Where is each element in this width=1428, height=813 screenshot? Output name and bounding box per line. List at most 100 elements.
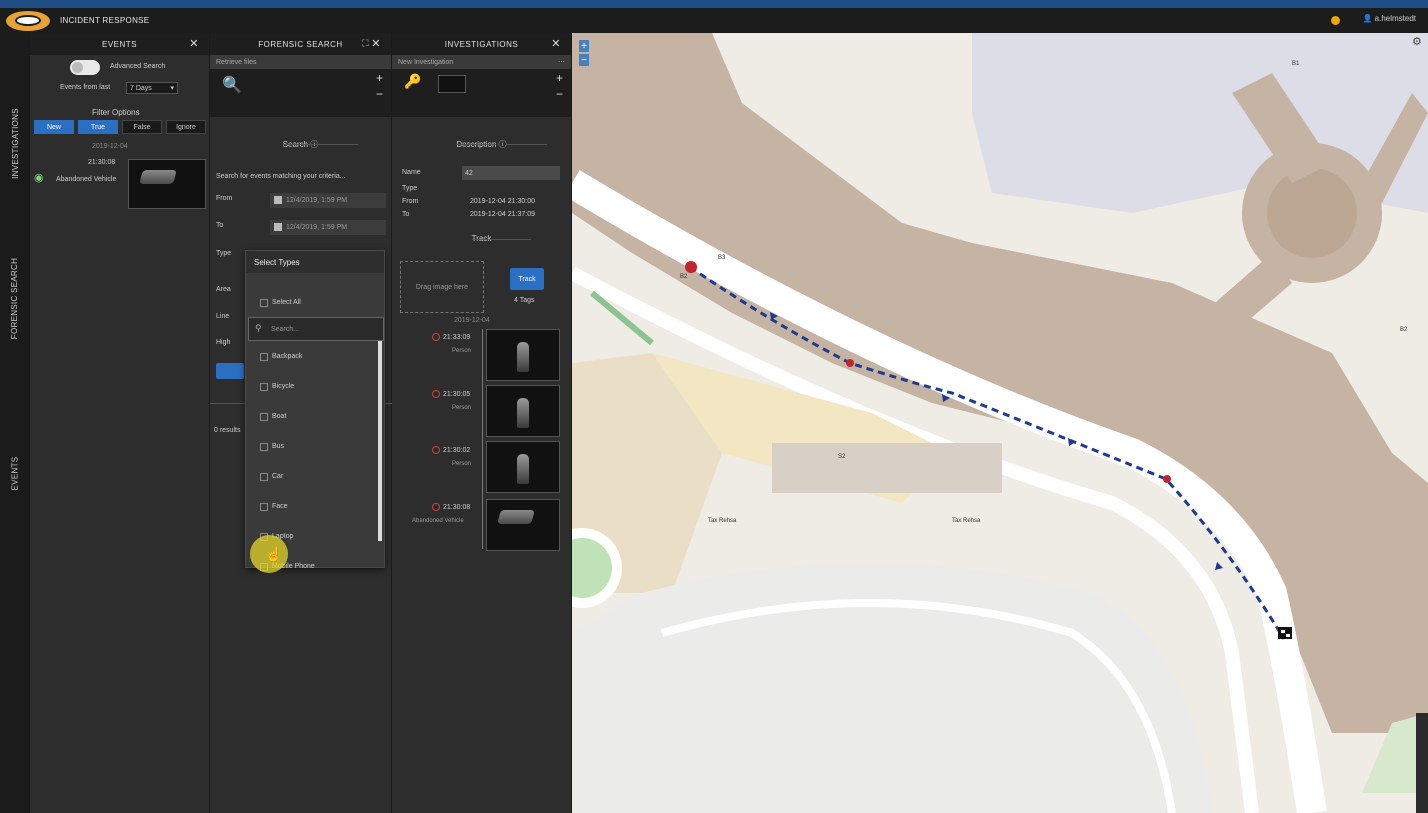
event-time: 21:30:08 xyxy=(88,159,116,166)
advanced-search-toggle[interactable] xyxy=(70,60,100,75)
dropdown-search-input[interactable]: ⚲ Search... xyxy=(248,317,384,341)
track-entry-thumbnail[interactable] xyxy=(486,499,560,551)
events-title: EVENTS xyxy=(101,39,137,49)
dropdown-header[interactable]: Select Types xyxy=(246,251,384,273)
name-label: Name xyxy=(402,169,421,176)
track-entry-label: Person xyxy=(452,461,472,467)
track-start-marker xyxy=(685,261,697,273)
close-icon[interactable]: ✕ xyxy=(189,37,199,50)
name-input[interactable]: 42 xyxy=(462,166,560,180)
track-entry-thumbnail[interactable] xyxy=(486,329,560,381)
remove-icon[interactable]: − xyxy=(556,87,563,101)
filter-ignore-button[interactable]: Ignore xyxy=(166,120,206,134)
forensic-title: FORENSIC SEARCH xyxy=(258,39,343,49)
vertical-nav: INVESTIGATIONS FORENSIC SEARCH EVENTS xyxy=(0,33,30,813)
option-car[interactable]: Car xyxy=(246,461,380,491)
close-icon[interactable]: ✕ xyxy=(371,37,381,50)
add-icon[interactable]: + xyxy=(556,71,563,85)
track-entry-time: 21:33:09 xyxy=(432,333,470,341)
map-side-toolbar[interactable] xyxy=(1416,713,1428,813)
track-button[interactable]: Track xyxy=(510,268,544,290)
building-station xyxy=(772,443,1002,493)
map-label: Tax Rehsa xyxy=(952,518,981,524)
to-label: To xyxy=(216,222,224,229)
investigation-thumbnail[interactable] xyxy=(438,75,466,93)
option-bicycle[interactable]: Bicycle xyxy=(246,371,380,401)
map-label: Tax Rehsa xyxy=(708,518,737,524)
events-range-select[interactable]: 7 Days ▾ xyxy=(126,82,178,94)
map-label: B2 xyxy=(1400,327,1408,333)
nav-tab-investigations[interactable]: INVESTIGATIONS xyxy=(0,93,30,193)
finish-flag-icon xyxy=(1281,630,1285,633)
option-face[interactable]: Face xyxy=(246,491,380,521)
option-backpack[interactable]: Backpack xyxy=(246,341,380,371)
top-accent-bar xyxy=(0,0,1428,8)
option-boat[interactable]: Boat xyxy=(246,401,380,431)
to-date-field[interactable]: 12/4/2019, 1:59 PM xyxy=(270,220,386,235)
track-timeline xyxy=(482,329,483,549)
image-drop-zone[interactable]: Drag image here xyxy=(400,261,484,313)
user-menu[interactable]: 👤 a.helmstedt xyxy=(1362,14,1416,23)
select-all-option[interactable]: Select All xyxy=(246,287,384,317)
track-entry-thumbnail[interactable] xyxy=(486,385,560,437)
track-entry-time: 21:30:08 xyxy=(432,503,470,511)
filter-true-button[interactable]: True xyxy=(78,120,118,134)
hand-cursor-icon: ☝ xyxy=(265,546,283,562)
option-bus[interactable]: Bus xyxy=(246,431,380,461)
track-entry-label: Person xyxy=(452,348,472,354)
location-pin-icon: ◉ xyxy=(34,172,44,184)
track-marker xyxy=(1163,475,1171,483)
track-date: 2019-12-04 xyxy=(454,317,490,324)
from-label: From xyxy=(402,198,419,205)
expand-icon[interactable]: ⛶ xyxy=(362,38,369,49)
map-label: S2 xyxy=(838,454,846,460)
map-view[interactable]: B2 B3 B1 B2 S2 Tax Rehsa Tax Rehsa + − ⚙ xyxy=(572,33,1428,813)
filter-options-label: Filter Options xyxy=(92,108,140,117)
dropdown-scrollbar[interactable] xyxy=(378,341,382,541)
close-icon[interactable]: ✕ xyxy=(551,37,561,50)
type-label: Type xyxy=(216,250,232,257)
track-section-title: Track xyxy=(392,234,571,243)
nav-tab-events[interactable]: EVENTS xyxy=(0,433,30,513)
add-icon[interactable]: + xyxy=(376,71,383,85)
app-logo[interactable] xyxy=(6,10,50,31)
area-label: Area xyxy=(216,286,231,293)
tags-count: 4 Tags xyxy=(514,297,535,304)
forensic-drop-area[interactable]: 🔍 + − xyxy=(210,69,391,117)
search-icon: ⚲ xyxy=(255,323,262,333)
events-from-last-label: Events from last xyxy=(60,84,111,91)
event-thumbnail[interactable] xyxy=(128,159,206,209)
from-label: From xyxy=(216,195,233,202)
track-entry-thumbnail[interactable] xyxy=(486,441,560,493)
events-panel-header: EVENTS ✕ xyxy=(30,33,209,55)
results-count: 0 results xyxy=(214,427,241,434)
user-name: a.helmstedt xyxy=(1374,14,1416,23)
investigations-subtitle: New Investigation ⋯ xyxy=(392,55,571,69)
advanced-search-label: Advanced Search xyxy=(110,63,166,70)
gear-icon[interactable]: ⚙ xyxy=(1412,35,1424,48)
from-value: 2019-12-04 21:30:00 xyxy=(470,198,535,205)
investigations-panel: INVESTIGATIONS ✕ New Investigation ⋯ 🔑 + … xyxy=(392,33,572,813)
remove-icon[interactable]: − xyxy=(376,87,383,101)
search-icon[interactable]: 🔍 xyxy=(222,75,242,95)
more-icon[interactable]: ⋯ xyxy=(558,58,565,66)
track-entry-label: Abandoned Vehicle xyxy=(412,518,464,524)
forensic-subtitle: Retrieve files xyxy=(210,55,391,69)
map-canvas[interactable] xyxy=(572,33,1428,813)
zoom-in-button[interactable]: + xyxy=(579,40,589,52)
investigation-tools: 🔑 + − xyxy=(392,69,571,117)
nav-tab-forensic-search[interactable]: FORENSIC SEARCH xyxy=(0,233,30,363)
track-entry-time: 21:30:05 xyxy=(432,390,470,398)
track-entry-label: Person xyxy=(452,405,472,411)
forensic-panel-header: FORENSIC SEARCH ⛶ ✕ xyxy=(210,33,391,55)
type-dropdown[interactable]: Select Types Select All ⚲ Search... Back… xyxy=(245,250,385,571)
to-value: 2019-12-04 21:37:09 xyxy=(470,211,535,218)
from-date-field[interactable]: 12/4/2019, 1:59 PM xyxy=(270,193,386,208)
key-icon[interactable]: 🔑 xyxy=(404,73,421,90)
events-date-header: 2019-12-04 xyxy=(92,143,128,150)
search-button[interactable] xyxy=(216,363,244,379)
filter-new-button[interactable]: New xyxy=(34,120,74,134)
zoom-out-button[interactable]: − xyxy=(579,54,589,66)
filter-false-button[interactable]: False xyxy=(122,120,162,134)
type-label: Type xyxy=(402,185,418,192)
